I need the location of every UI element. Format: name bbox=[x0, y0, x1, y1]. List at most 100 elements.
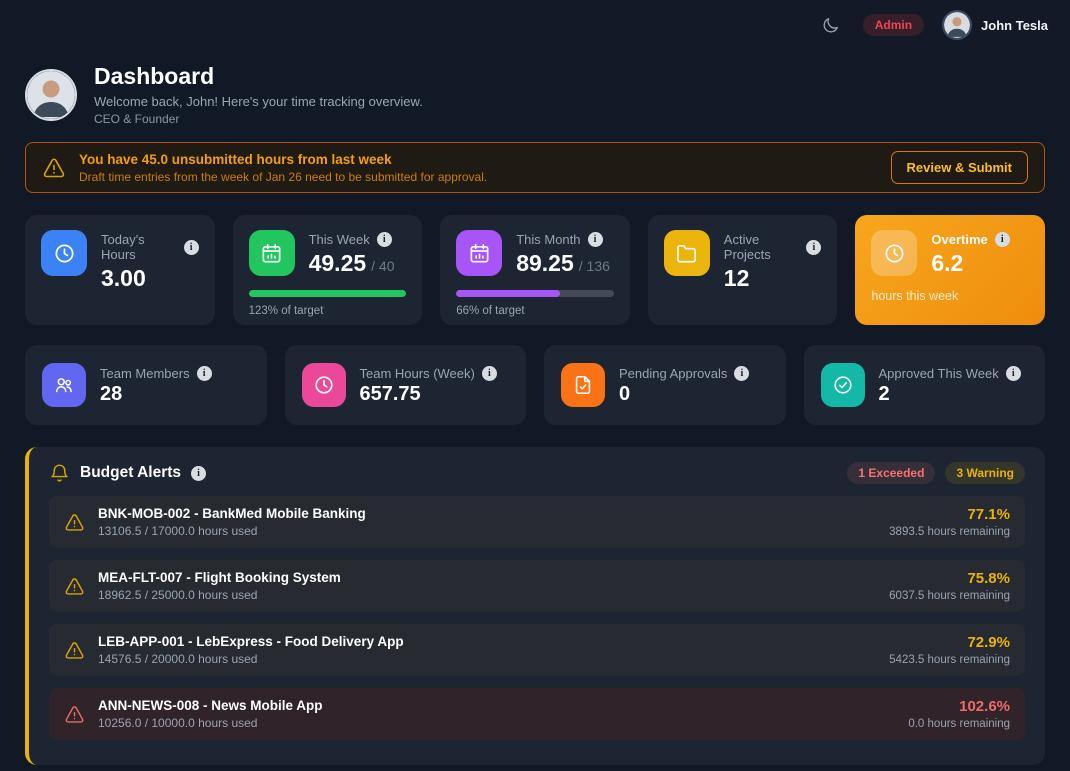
budget-alert-row[interactable]: BNK-MOB-002 - BankMed Mobile Banking 131… bbox=[49, 496, 1025, 548]
moon-icon bbox=[821, 16, 840, 35]
budget-percent: 102.6% bbox=[908, 698, 1010, 715]
stat-label: Active Projects bbox=[724, 232, 800, 262]
info-icon[interactable] bbox=[1006, 366, 1021, 381]
stat-value: 3.00 bbox=[101, 265, 199, 292]
warning-triangle-icon bbox=[64, 704, 85, 725]
hours-used: 18962.5 / 25000.0 hours used bbox=[98, 588, 341, 602]
warning-count-badge: 3 Warning bbox=[945, 462, 1025, 484]
progress-caption: 123% of target bbox=[249, 305, 407, 317]
clock-icon bbox=[41, 230, 87, 276]
progress-caption: 66% of target bbox=[456, 305, 614, 317]
info-icon[interactable] bbox=[588, 232, 603, 247]
budget-percent: 72.9% bbox=[889, 634, 1010, 651]
stat-target: / 136 bbox=[579, 258, 610, 274]
info-icon[interactable] bbox=[995, 232, 1010, 247]
top-bar: Admin John Tesla bbox=[0, 0, 1070, 50]
budget-percent: 77.1% bbox=[889, 506, 1010, 523]
stat-label: Team Members bbox=[100, 366, 190, 381]
hours-remaining: 0.0 hours remaining bbox=[908, 718, 1010, 730]
hours-used: 14576.5 / 20000.0 hours used bbox=[98, 652, 404, 666]
project-name: BNK-MOB-002 - BankMed Mobile Banking bbox=[98, 506, 366, 521]
stat-value: 657.75 bbox=[360, 383, 497, 406]
stat-value: 49.25/ 40 bbox=[309, 250, 395, 277]
info-icon[interactable] bbox=[482, 366, 497, 381]
stat-value: 0 bbox=[619, 383, 749, 406]
hours-remaining: 3893.5 hours remaining bbox=[889, 526, 1010, 538]
stat-card-active-projects: Active Projects 12 bbox=[648, 215, 838, 325]
stat-card-overtime: Overtime 6.2 hours this week bbox=[855, 215, 1045, 325]
info-icon[interactable] bbox=[191, 466, 206, 481]
stat-card-team-members: Team Members 28 bbox=[25, 345, 267, 425]
stats-row-secondary: Team Members 28 Team Hours (Week) 657.75… bbox=[25, 345, 1045, 425]
stat-value: 6.2 bbox=[931, 250, 1009, 277]
page-subtitle: Welcome back, John! Here's your time tra… bbox=[94, 94, 423, 109]
stat-card-approved-this-week: Approved This Week 2 bbox=[804, 345, 1046, 425]
stat-card-this-week: This Week 49.25/ 40 123% of target bbox=[233, 215, 423, 325]
user-avatar bbox=[942, 10, 972, 40]
calendar-icon bbox=[456, 230, 502, 276]
admin-role-badge: Admin bbox=[863, 14, 924, 36]
folder-icon bbox=[664, 230, 710, 276]
user-role: CEO & Founder bbox=[94, 112, 423, 126]
stat-card-this-month: This Month 89.25/ 136 66% of target bbox=[440, 215, 630, 325]
stat-label: Approved This Week bbox=[879, 366, 999, 381]
unsubmitted-hours-banner: You have 45.0 unsubmitted hours from las… bbox=[25, 142, 1045, 193]
info-icon[interactable] bbox=[197, 366, 212, 381]
warning-triangle-icon bbox=[64, 576, 85, 597]
calendar-icon bbox=[249, 230, 295, 276]
budget-percent: 75.8% bbox=[889, 570, 1010, 587]
check-circle-icon bbox=[821, 363, 865, 407]
stat-value: 12 bbox=[724, 265, 822, 292]
budget-alert-row[interactable]: LEB-APP-001 - LebExpress - Food Delivery… bbox=[49, 624, 1025, 676]
info-icon[interactable] bbox=[184, 240, 199, 255]
progress-bar bbox=[456, 290, 614, 297]
page-header: Dashboard Welcome back, John! Here's you… bbox=[25, 63, 1045, 126]
info-icon[interactable] bbox=[377, 232, 392, 247]
stat-label: This Month bbox=[516, 232, 580, 247]
user-name: John Tesla bbox=[981, 18, 1048, 33]
info-icon[interactable] bbox=[734, 366, 749, 381]
stat-label: This Week bbox=[309, 232, 370, 247]
banner-subtitle: Draft time entries from the week of Jan … bbox=[79, 170, 487, 184]
page-title: Dashboard bbox=[94, 63, 423, 90]
stat-card-team-hours: Team Hours (Week) 657.75 bbox=[285, 345, 527, 425]
stat-value: 2 bbox=[879, 383, 1021, 406]
stat-value: 28 bbox=[100, 383, 212, 406]
stat-label: Team Hours (Week) bbox=[360, 366, 475, 381]
budget-alert-row[interactable]: MEA-FLT-007 - Flight Booking System 1896… bbox=[49, 560, 1025, 612]
stat-target: / 40 bbox=[371, 258, 394, 274]
warning-triangle-icon bbox=[64, 640, 85, 661]
clock-icon bbox=[302, 363, 346, 407]
budget-alerts-title: Budget Alerts bbox=[80, 464, 181, 482]
budget-alerts-panel: Budget Alerts 1 Exceeded 3 Warning BNK-M… bbox=[25, 447, 1045, 765]
project-name: ANN-NEWS-008 - News Mobile App bbox=[98, 698, 323, 713]
stat-caption: hours this week bbox=[871, 289, 1029, 303]
user-menu[interactable]: John Tesla bbox=[942, 10, 1048, 40]
progress-bar bbox=[249, 290, 407, 297]
budget-alert-row[interactable]: ANN-NEWS-008 - News Mobile App 10256.0 /… bbox=[49, 688, 1025, 740]
hours-remaining: 6037.5 hours remaining bbox=[889, 590, 1010, 602]
warning-triangle-icon bbox=[42, 156, 66, 180]
clock-icon bbox=[871, 230, 917, 276]
warning-triangle-icon bbox=[64, 512, 85, 533]
bell-icon bbox=[49, 463, 70, 484]
file-check-icon bbox=[561, 363, 605, 407]
project-name: MEA-FLT-007 - Flight Booking System bbox=[98, 570, 341, 585]
info-icon[interactable] bbox=[806, 240, 821, 255]
review-submit-button[interactable]: Review & Submit bbox=[891, 151, 1028, 184]
stat-label: Today's Hours bbox=[101, 232, 177, 262]
dark-mode-toggle[interactable] bbox=[817, 11, 845, 39]
stat-card-pending-approvals: Pending Approvals 0 bbox=[544, 345, 786, 425]
banner-title: You have 45.0 unsubmitted hours from las… bbox=[79, 152, 487, 167]
project-name: LEB-APP-001 - LebExpress - Food Delivery… bbox=[98, 634, 404, 649]
people-icon bbox=[42, 363, 86, 407]
stat-label: Pending Approvals bbox=[619, 366, 727, 381]
profile-avatar bbox=[25, 69, 77, 121]
exceeded-count-badge: 1 Exceeded bbox=[847, 462, 935, 484]
hours-used: 10256.0 / 10000.0 hours used bbox=[98, 716, 323, 730]
hours-used: 13106.5 / 17000.0 hours used bbox=[98, 524, 366, 538]
stat-value: 89.25/ 136 bbox=[516, 250, 610, 277]
stat-card-todays-hours: Today's Hours 3.00 bbox=[25, 215, 215, 325]
stats-row-primary: Today's Hours 3.00 This Week 49.25/ 40 1… bbox=[25, 215, 1045, 325]
stat-label: Overtime bbox=[931, 232, 987, 247]
